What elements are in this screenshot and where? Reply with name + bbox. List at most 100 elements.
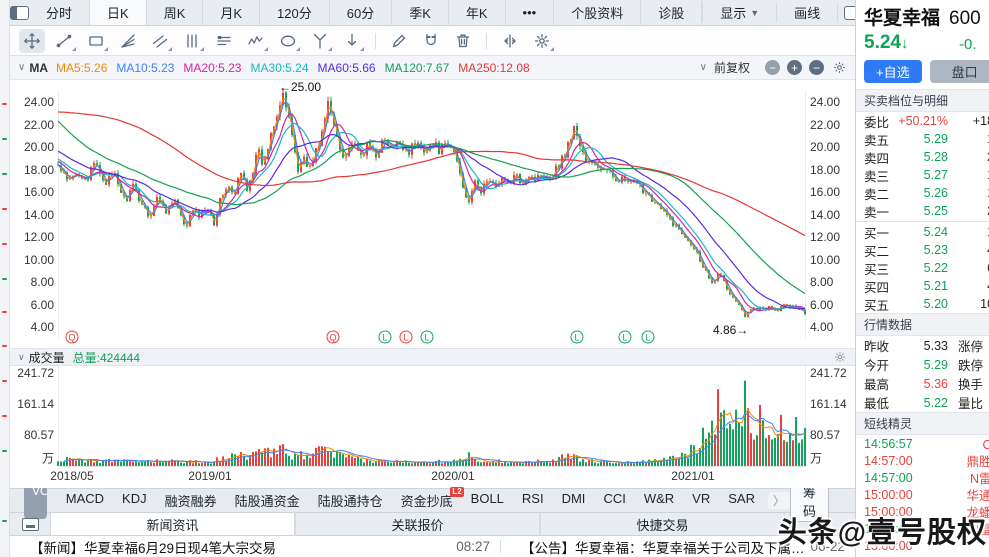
- rect-icon[interactable]: [83, 29, 109, 53]
- level-qty: 23: [948, 204, 989, 218]
- news-tab-快捷交易[interactable]: 快捷交易: [540, 513, 785, 535]
- y-axis-label: 4.00: [30, 320, 54, 334]
- period-tab-年K[interactable]: 年K: [449, 0, 506, 25]
- more-indicators-chevron[interactable]: 〉: [767, 492, 790, 509]
- level-qty: 15: [948, 186, 989, 200]
- alert-row[interactable]: 14:57:00鼎胜新: [856, 452, 989, 470]
- sell-level-row: 卖四 5.2820: [856, 148, 989, 166]
- indicator-tab-VR[interactable]: VR: [683, 491, 719, 510]
- wave-icon[interactable]: [243, 29, 269, 53]
- minimize-panel-icon[interactable]: [10, 513, 50, 535]
- ma-value: MA120:7.67: [384, 60, 450, 75]
- candlestick-chart[interactable]: 24.00 24.00 22.00 22.00 20.00 20.00 18.00 18.00…: [10, 80, 855, 348]
- indicator-tab-RSI[interactable]: RSI: [513, 491, 553, 510]
- level-qty: 104: [980, 297, 989, 311]
- zoom-out-button[interactable]: −: [765, 60, 780, 75]
- y-axis-label: 10.00: [810, 252, 841, 267]
- volume-pane-header: ∨ 成交量 总量:424444: [10, 348, 855, 366]
- alert-row[interactable]: 15:00:00华通线: [856, 486, 989, 504]
- event-marker-L[interactable]: L: [399, 330, 413, 344]
- chevron-down-icon[interactable]: ∨: [18, 352, 25, 363]
- period-tab-月K[interactable]: 月K: [203, 0, 261, 25]
- period-tab-周K[interactable]: 周K: [147, 0, 204, 25]
- y-axis-label: 4.00: [810, 320, 834, 334]
- draw-line-button[interactable]: 画线: [777, 3, 839, 22]
- candle-canvas: [57, 88, 806, 338]
- watchlist-tick: [2, 345, 7, 347]
- period-tab-120分[interactable]: 120分: [260, 0, 330, 25]
- settings-icon[interactable]: [529, 29, 555, 53]
- adjust-mode-label[interactable]: 前复权: [714, 59, 750, 76]
- order-book-button[interactable]: 盘口: [929, 60, 989, 83]
- level-label: 买四: [864, 280, 890, 295]
- pencil-icon[interactable]: [386, 29, 412, 53]
- y-axis-label: 10.00: [23, 252, 54, 267]
- indicator-tab-DMI[interactable]: DMI: [553, 491, 595, 510]
- indicator-tab-BOLL[interactable]: BOLL: [462, 491, 513, 510]
- period-tab-日K[interactable]: 日K: [90, 0, 147, 25]
- indicator-tab-MACD[interactable]: MACD: [57, 491, 113, 510]
- quote-list-icon[interactable]: [211, 29, 237, 53]
- drawing-toolbar: [10, 26, 855, 56]
- ellipse-icon[interactable]: [275, 29, 301, 53]
- ticker-item[interactable]: 【新闻】华夏幸福6月29日现4笔大宗交易 08:27: [10, 537, 500, 557]
- indicator-tab-W&R[interactable]: W&R: [635, 491, 683, 510]
- indicator-tab-CCI[interactable]: CCI: [594, 491, 634, 510]
- vertical-lines-icon[interactable]: [179, 29, 205, 53]
- event-marker-L[interactable]: L: [618, 330, 632, 344]
- alert-row[interactable]: 14:57:00N雷尔: [856, 469, 989, 487]
- sell-level-row: 卖一 5.2523: [856, 202, 989, 220]
- level-qty: 65: [948, 261, 989, 275]
- news-tab-关联报价[interactable]: 关联报价: [295, 513, 540, 535]
- collapsed-watchlist-strip[interactable]: [0, 0, 10, 557]
- zoom-reset-button[interactable]: −: [809, 60, 824, 75]
- indicator-tab-融资融券[interactable]: 融资融券: [156, 491, 226, 510]
- event-marker-L[interactable]: L: [641, 330, 655, 344]
- volume-total: 总量:424444: [72, 350, 140, 365]
- zoom-in-button[interactable]: +: [787, 60, 802, 75]
- event-marker-L[interactable]: L: [378, 330, 392, 344]
- event-marker-L[interactable]: L: [570, 330, 584, 344]
- indicator-tab-KDJ[interactable]: KDJ: [113, 491, 156, 510]
- add-watchlist-button[interactable]: +自选: [864, 60, 922, 83]
- indicator-tab-陆股通持仓[interactable]: 陆股通持仓: [309, 491, 392, 510]
- period-tab-个股资料[interactable]: 个股资料: [554, 0, 642, 25]
- split-adjust-icon[interactable]: [497, 29, 523, 53]
- display-menu[interactable]: 显示 ▼: [702, 3, 778, 22]
- indicator-tab-SAR[interactable]: SAR: [719, 491, 764, 510]
- arrow-marker-icon[interactable]: [339, 29, 365, 53]
- chevron-down-icon[interactable]: ∨: [18, 62, 25, 73]
- parallel-lines-icon[interactable]: [147, 29, 173, 53]
- ma-value: MA20:5.23: [183, 60, 242, 75]
- y-axis-label: 16.00: [23, 185, 54, 199]
- event-marker-Q[interactable]: Q: [65, 330, 79, 344]
- pitchfork-icon[interactable]: [307, 29, 333, 53]
- event-marker-Q[interactable]: Q: [326, 330, 340, 344]
- indicator-tab-bar: VOL均线 MACDKDJ融资融券陆股通资金陆股通持仓资金抄底L2BOLLRSI…: [10, 479, 855, 522]
- event-marker-L[interactable]: L: [420, 330, 434, 344]
- chevron-down-icon[interactable]: ∨: [700, 62, 707, 73]
- indicator-tab-资金抄底[interactable]: 资金抄底 L2: [392, 487, 464, 510]
- period-tab-•••[interactable]: •••: [506, 0, 555, 25]
- market-value: 5.29: [923, 357, 948, 372]
- magnet-icon[interactable]: [418, 29, 444, 53]
- fan-lines-icon[interactable]: [115, 29, 141, 53]
- volume-settings-gear-icon[interactable]: [833, 350, 847, 364]
- period-tab-60分[interactable]: 60分: [330, 0, 393, 25]
- level-label: 卖四: [864, 151, 890, 166]
- period-tab-诊股[interactable]: 诊股: [641, 0, 703, 25]
- trendline-icon[interactable]: [51, 29, 77, 53]
- trash-icon[interactable]: [450, 29, 476, 53]
- move-icon[interactable]: [19, 28, 45, 53]
- period-tab-分时[interactable]: 分时: [29, 0, 91, 25]
- buy-levels: 买一 5.2418 买二 5.2341 买三 5.2265 买四 5.2149 买五 5.20 10…: [856, 223, 989, 313]
- level-price: 5.21: [923, 279, 948, 293]
- indicator-tab-陆股通资金[interactable]: 陆股通资金: [226, 491, 309, 510]
- volume-chart[interactable]: 241.72 241.72 161.14 161.14 80.57 80.57 万 万 2018…: [10, 366, 855, 488]
- toggle-left-panel-icon[interactable]: [10, 0, 29, 25]
- level-label: 卖二: [864, 187, 890, 202]
- news-tab-新闻资讯[interactable]: 新闻资讯: [50, 513, 295, 535]
- period-tab-季K[interactable]: 季K: [392, 0, 449, 25]
- alert-row[interactable]: 14:56:57C嘉: [856, 435, 989, 453]
- chart-settings-gear-icon[interactable]: [832, 60, 847, 75]
